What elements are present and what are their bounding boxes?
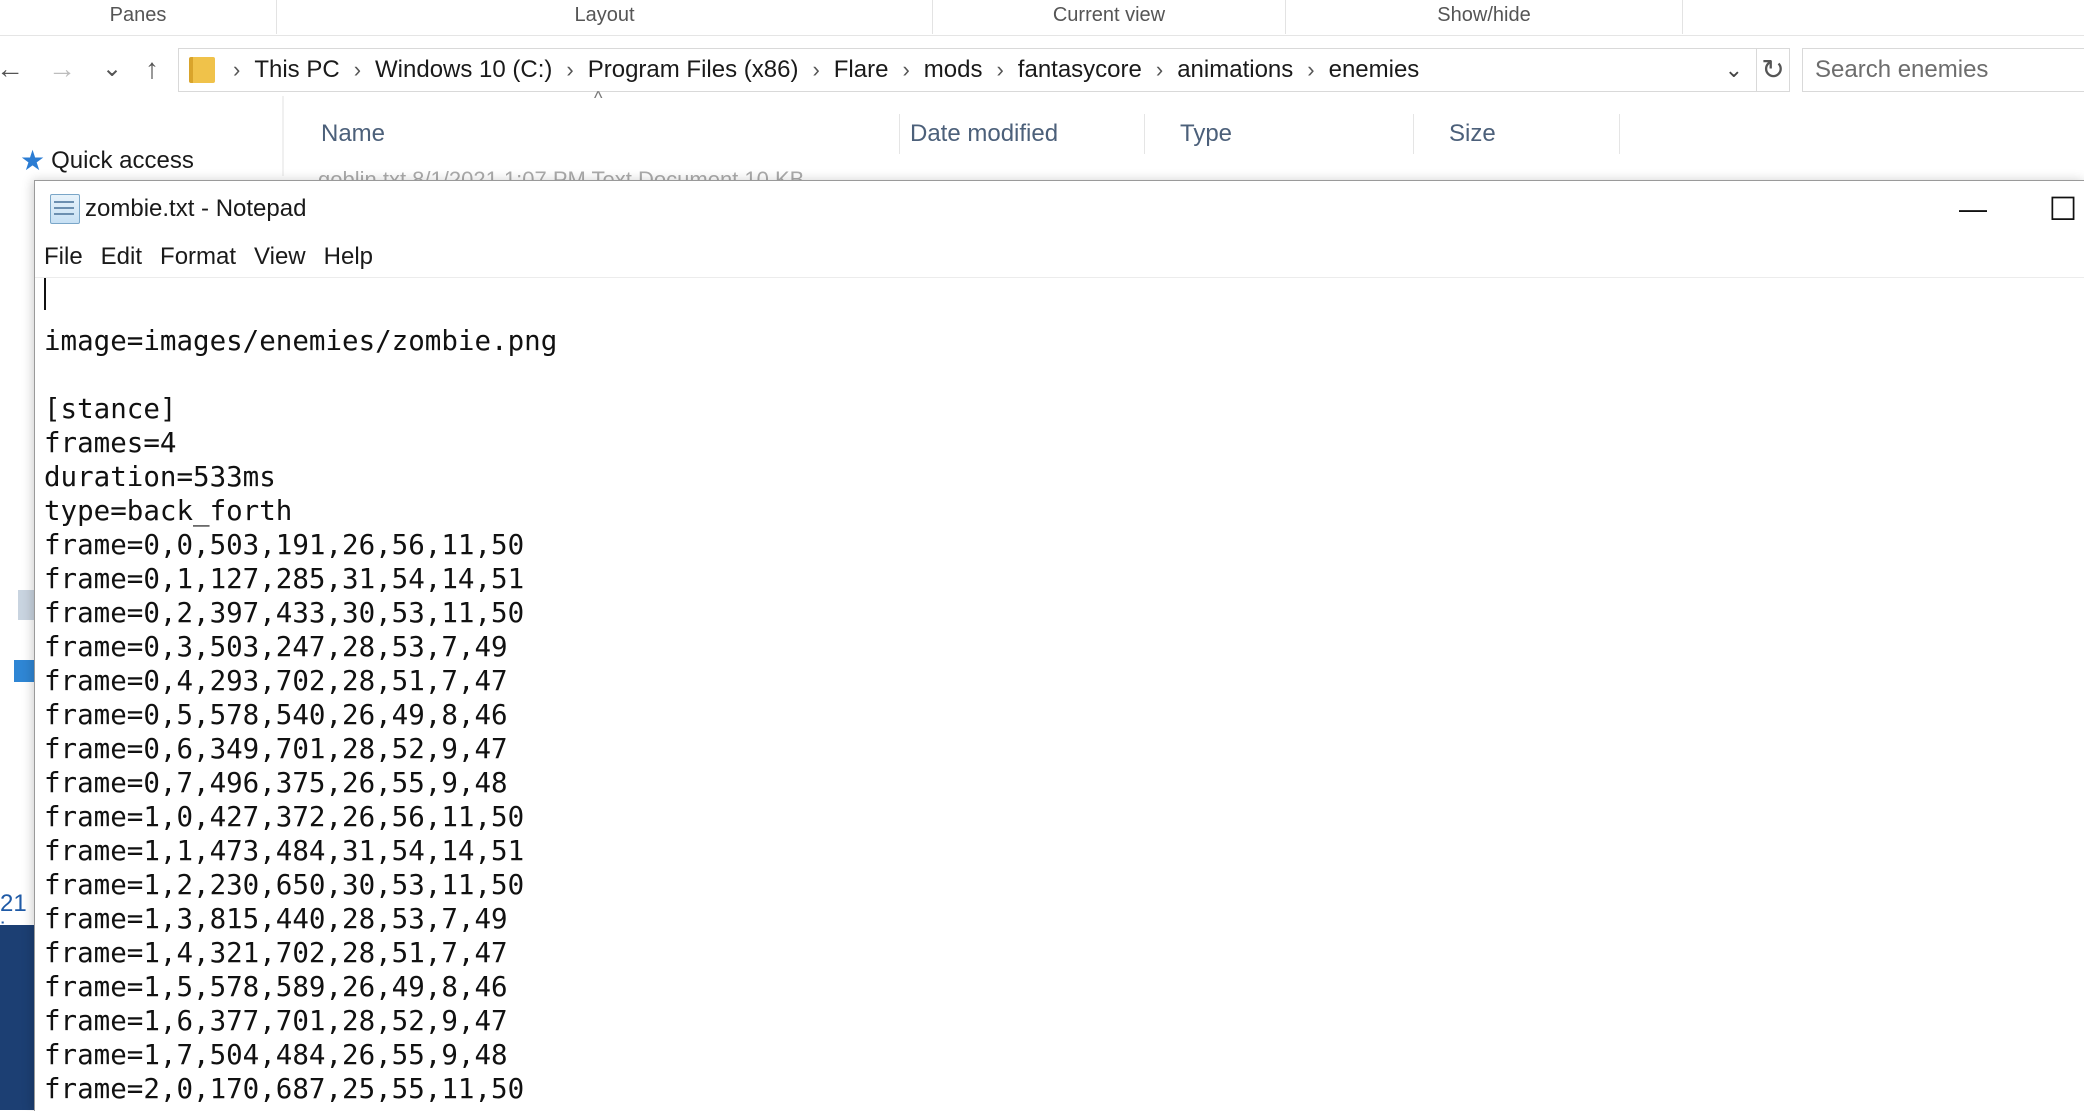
text-line: image=images/enemies/zombie.png bbox=[44, 325, 558, 357]
pane-splitter[interactable] bbox=[282, 96, 284, 176]
text-content: image=images/enemies/zombie.png [stance] f… bbox=[44, 290, 557, 1111]
breadcrumb-item-this-pc[interactable]: This PC bbox=[254, 56, 339, 84]
window-title: zombie.txt - Notepad bbox=[85, 195, 307, 222]
notepad-title-bar[interactable]: zombie.txt - Notepad — ☐ bbox=[35, 181, 2084, 237]
breadcrumb-item-windows-10[interactable]: Windows 10 (C:) bbox=[375, 56, 552, 84]
breadcrumb-separator[interactable]: › bbox=[354, 57, 361, 83]
address-bar-row: ← → ⌄ ↑ › This PC › Windows 10 (C:) › Pr… bbox=[0, 45, 2084, 95]
breadcrumb-item-program-files[interactable]: Program Files (x86) bbox=[588, 56, 799, 84]
menu-file[interactable]: File bbox=[35, 237, 92, 277]
column-header-size[interactable]: Size bbox=[1439, 114, 1620, 154]
text-line bbox=[44, 290, 557, 324]
text-line: frame=0,6,349,701,28,52,9,47 bbox=[44, 733, 508, 765]
text-line: frames=4 bbox=[44, 427, 177, 459]
breadcrumb-item-enemies[interactable]: enemies bbox=[1329, 56, 1420, 84]
details-pane-fragment bbox=[0, 925, 34, 1110]
text-line: frame=0,1,127,285,31,54,14,51 bbox=[44, 563, 525, 595]
menu-format[interactable]: Format bbox=[151, 237, 245, 277]
text-line: frame=0,7,496,375,26,55,9,48 bbox=[44, 767, 508, 799]
star-icon: ★ bbox=[20, 145, 46, 176]
column-header-type[interactable]: Type bbox=[1170, 114, 1414, 154]
ribbon-group-show-hide[interactable]: Show/hide bbox=[1286, 0, 1683, 34]
text-line: frame=1,7,504,484,26,55,9,48 bbox=[44, 1039, 508, 1071]
maximize-button[interactable]: ☐ bbox=[2017, 181, 2084, 237]
recent-locations-button[interactable]: ⌄ bbox=[94, 51, 130, 87]
text-line: frame=1,3,815,440,28,53,7,49 bbox=[44, 903, 508, 935]
text-line: frame=1,5,578,589,26,49,8,46 bbox=[44, 971, 508, 1003]
folder-icon bbox=[189, 57, 215, 83]
column-header-name[interactable]: Name bbox=[286, 114, 900, 154]
up-button[interactable]: ↑ bbox=[134, 51, 170, 87]
menu-help[interactable]: Help bbox=[315, 237, 382, 277]
text-editor[interactable]: image=images/enemies/zombie.png [stance] f… bbox=[35, 278, 2084, 1111]
menu-view[interactable]: View bbox=[245, 237, 315, 277]
menu-bar: File Edit Format View Help bbox=[35, 237, 2084, 278]
breadcrumb-separator[interactable]: › bbox=[812, 57, 819, 83]
search-input[interactable] bbox=[1803, 49, 2077, 91]
network-icon bbox=[14, 660, 34, 682]
text-line: frame=1,2,230,650,30,53,11,50 bbox=[44, 869, 525, 901]
text-line: frame=1,6,377,701,28,52,9,47 bbox=[44, 1005, 508, 1037]
text-line: type=back_forth bbox=[44, 495, 293, 527]
search-box[interactable] bbox=[1802, 48, 2084, 92]
drive-icon bbox=[18, 590, 34, 620]
breadcrumb-separator[interactable]: › bbox=[1307, 57, 1314, 83]
breadcrumb-separator[interactable]: › bbox=[233, 57, 240, 83]
menu-edit[interactable]: Edit bbox=[92, 237, 151, 277]
notepad-icon bbox=[50, 194, 80, 224]
sort-indicator-icon: ^ bbox=[594, 88, 603, 108]
ribbon-group-layout[interactable]: Layout bbox=[277, 0, 933, 34]
breadcrumb-item-mods[interactable]: mods bbox=[924, 56, 983, 84]
text-line: [stance] bbox=[44, 393, 177, 425]
breadcrumb-separator[interactable]: › bbox=[1156, 57, 1163, 83]
back-button[interactable]: ← bbox=[0, 51, 28, 87]
text-line: duration=533ms bbox=[44, 461, 276, 493]
minimize-button[interactable]: — bbox=[1927, 181, 2019, 237]
text-line: frame=0,2,397,433,30,53,11,50 bbox=[44, 597, 525, 629]
text-line: frame=1,4,321,702,28,51,7,47 bbox=[44, 937, 508, 969]
text-line: frame=2,1,526,430,31,54,14,51 bbox=[44, 1106, 557, 1111]
ribbon-group-current-view[interactable]: Current view bbox=[933, 0, 1286, 34]
breadcrumb-separator[interactable]: › bbox=[996, 57, 1003, 83]
breadcrumb-item-fantasycore[interactable]: fantasycore bbox=[1018, 56, 1142, 84]
ribbon-group-panes[interactable]: Panes bbox=[0, 0, 277, 34]
breadcrumb-item-animations[interactable]: animations bbox=[1177, 56, 1293, 84]
breadcrumb-item-flare[interactable]: Flare bbox=[834, 56, 889, 84]
text-line: frame=1,0,427,372,26,56,11,50 bbox=[44, 801, 525, 833]
refresh-icon[interactable]: ↻ bbox=[1756, 48, 1789, 92]
forward-button[interactable]: → bbox=[44, 51, 80, 87]
text-line: frame=0,4,293,702,28,51,7,47 bbox=[44, 665, 508, 697]
file-row-partially-hidden[interactable]: goblin.txt 8/1/2021 1:07 PM Text Documen… bbox=[318, 167, 804, 181]
text-line: frame=2,0,170,687,25,55,11,50 bbox=[44, 1073, 525, 1105]
column-header-date-modified[interactable]: Date modified bbox=[900, 114, 1145, 154]
notepad-window: zombie.txt - Notepad — ☐ File Edit Forma… bbox=[34, 180, 2084, 1111]
quick-access-label: Quick access bbox=[51, 146, 194, 174]
breadcrumb-separator[interactable]: › bbox=[902, 57, 909, 83]
ribbon-group-labels: Panes Layout Current view Show/hide bbox=[0, 0, 2084, 36]
text-line: frame=1,1,473,484,31,54,14,51 bbox=[44, 835, 525, 867]
text-line: frame=0,3,503,247,28,53,7,49 bbox=[44, 631, 508, 663]
breadcrumb: › This PC › Windows 10 (C:) › Program Fi… bbox=[189, 49, 1419, 91]
text-line bbox=[44, 358, 557, 392]
breadcrumb-separator[interactable]: › bbox=[566, 57, 573, 83]
address-dropdown-icon[interactable]: ⌄ bbox=[1725, 49, 1743, 91]
text-line: frame=0,0,503,191,26,56,11,50 bbox=[44, 529, 525, 561]
address-bar[interactable]: › This PC › Windows 10 (C:) › Program Fi… bbox=[178, 48, 1790, 92]
file-list-header: ^ Name Date modified Type Size bbox=[286, 88, 2084, 166]
text-line: frame=0,5,578,540,26,49,8,46 bbox=[44, 699, 508, 731]
quick-access-item[interactable]: ★ Quick access bbox=[20, 144, 194, 177]
obscured-explorer-edge: 21 i bbox=[0, 580, 34, 1110]
